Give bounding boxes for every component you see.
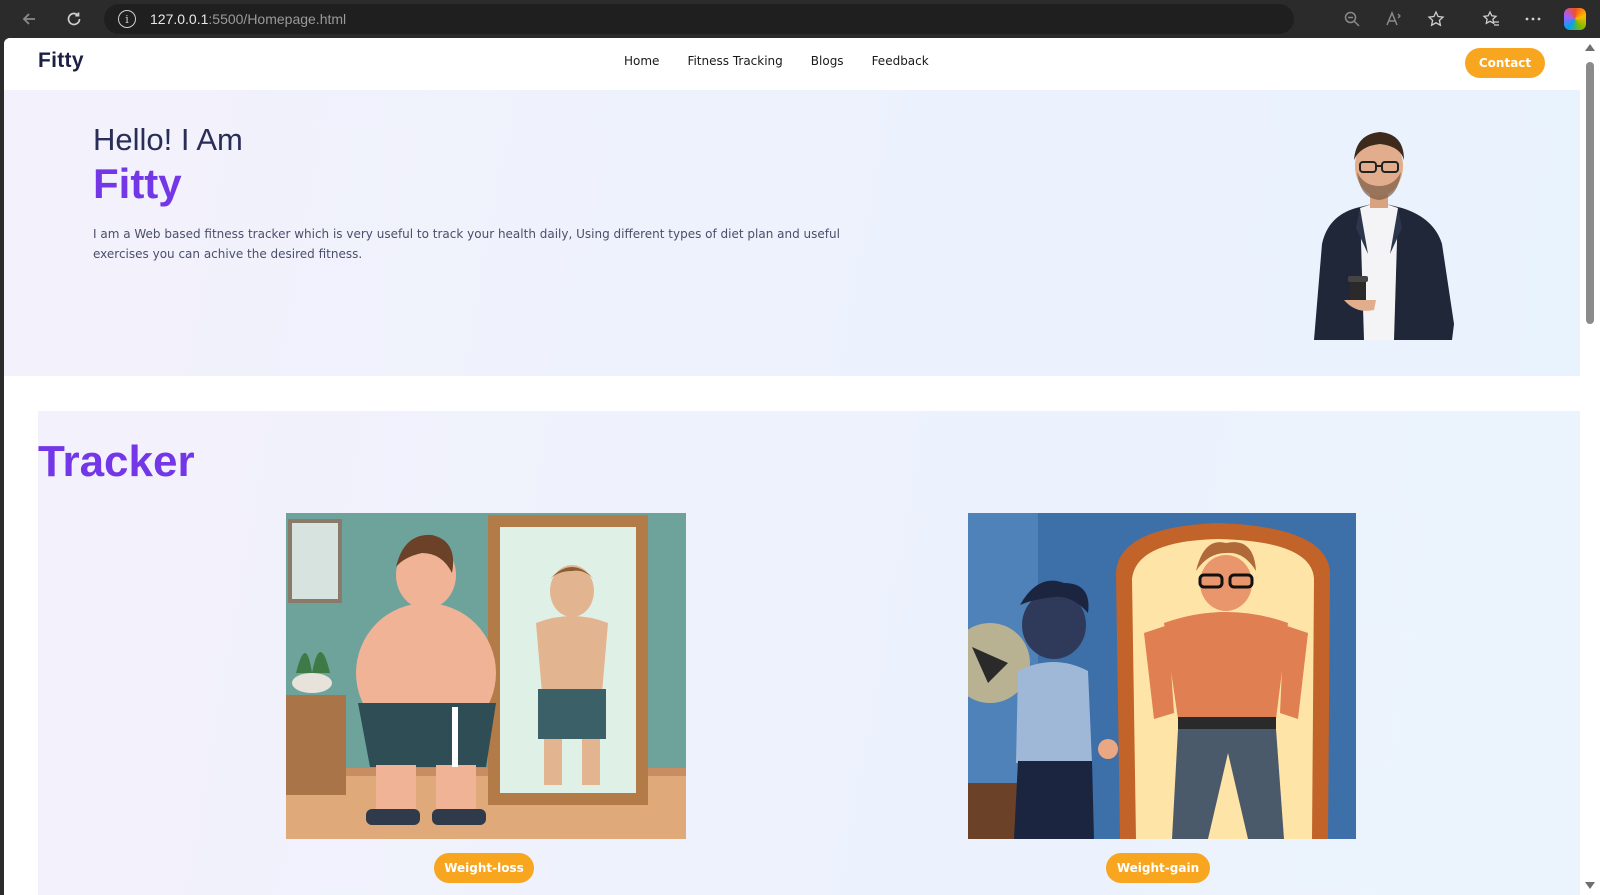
reload-icon[interactable] (60, 5, 88, 33)
scroll-down-arrow-icon[interactable] (1585, 882, 1595, 889)
nav-fitness-tracking[interactable]: Fitness Tracking (687, 54, 782, 68)
favorite-star-icon[interactable] (1422, 5, 1450, 33)
tracker-title: Tracker (38, 437, 195, 486)
url-path: :5500/Homepage.html (208, 11, 347, 27)
tracker-section: Tracker Weight-loss Weight-gain (38, 411, 1580, 895)
zoom-icon[interactable] (1338, 5, 1366, 33)
address-bar[interactable]: i 127.0.0.1:5500/Homepage.html (104, 4, 1294, 34)
scrollbar-thumb[interactable] (1586, 62, 1594, 324)
copilot-icon[interactable] (1564, 8, 1586, 30)
weight-loss-card: Weight-loss (286, 513, 686, 883)
hero-section: Hello! I Am Fitty I am a Web based fitne… (4, 90, 1580, 376)
scroll-up-arrow-icon[interactable] (1585, 44, 1595, 51)
site-navbar: Fitty Home Fitness Tracking Blogs Feedba… (4, 38, 1580, 90)
read-aloud-icon[interactable] (1380, 5, 1408, 33)
page-viewport: Fitty Home Fitness Tracking Blogs Feedba… (4, 38, 1580, 895)
hero-name: Fitty (93, 160, 182, 207)
page-scrollbar[interactable] (1580, 38, 1600, 895)
weight-gain-button[interactable]: Weight-gain (1106, 853, 1210, 883)
more-menu-icon[interactable] (1519, 5, 1547, 33)
weight-loss-button[interactable]: Weight-loss (434, 853, 534, 883)
url-text: 127.0.0.1:5500/Homepage.html (150, 11, 346, 27)
weight-gain-card: Weight-gain (950, 513, 1356, 883)
hero-description: I am a Web based fitness tracker which i… (93, 227, 840, 261)
contact-button[interactable]: Contact (1465, 48, 1545, 78)
weight-loss-image[interactable] (286, 513, 686, 839)
nav-feedback[interactable]: Feedback (872, 54, 929, 68)
browser-tools (1331, 0, 1600, 38)
nav-blogs[interactable]: Blogs (811, 54, 844, 68)
favorites-list-icon[interactable] (1477, 5, 1505, 33)
weight-gain-image[interactable] (950, 513, 1356, 839)
hero-greeting: Hello! I Am (93, 122, 243, 157)
brand-logo[interactable]: Fitty (38, 49, 84, 73)
nav-menu: Home Fitness Tracking Blogs Feedback (624, 54, 929, 68)
nav-home[interactable]: Home (624, 54, 659, 68)
site-info-icon[interactable]: i (118, 10, 136, 28)
back-arrow-icon[interactable] (15, 5, 43, 33)
browser-toolbar: i 127.0.0.1:5500/Homepage.html (0, 0, 1600, 38)
hero-person-image (1314, 132, 1454, 340)
url-host: 127.0.0.1 (150, 11, 209, 27)
